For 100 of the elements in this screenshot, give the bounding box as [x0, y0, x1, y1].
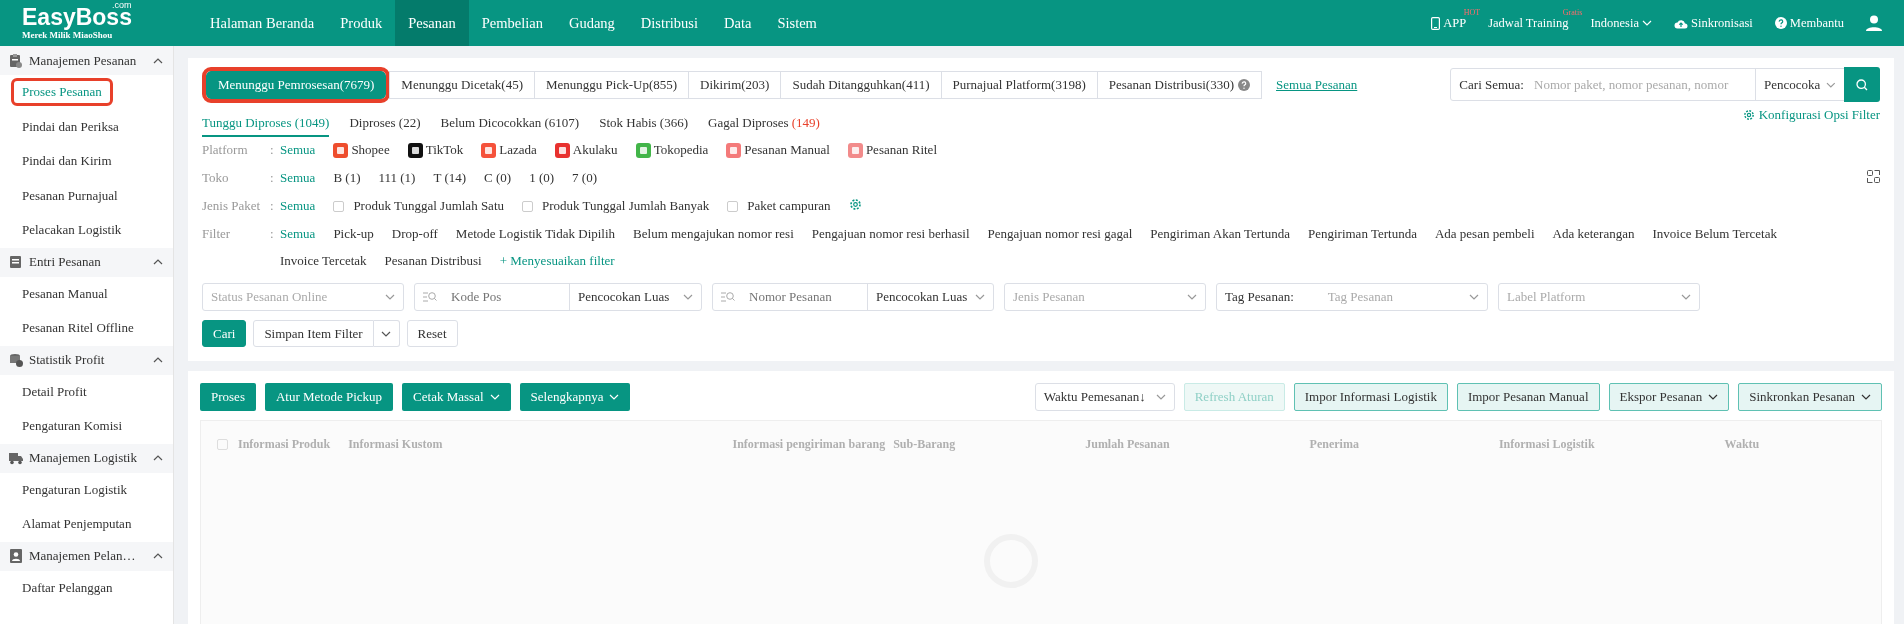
- action-button[interactable]: Ekspor Pesanan: [1608, 383, 1730, 411]
- help-link[interactable]: Membantu: [1774, 15, 1844, 31]
- save-filter-button[interactable]: Simpan Item Filter: [253, 320, 374, 347]
- sidebar-item[interactable]: Pengaturan Logistik: [11, 475, 139, 504]
- search-filter-field[interactable]: Kode Pos Pencocokan Luas: [414, 283, 702, 311]
- platform-option[interactable]: Akulaku: [572, 142, 618, 158]
- filter-option[interactable]: Belum mengajukan nomor resi: [633, 226, 794, 242]
- checkbox-label[interactable]: Paket campuran: [747, 198, 831, 214]
- filter-option[interactable]: Invoice Tercetak: [280, 253, 367, 269]
- filter-option[interactable]: C (0): [484, 170, 512, 186]
- filter-option[interactable]: 7 (0): [572, 170, 597, 186]
- filter-option[interactable]: Metode Logistik Tidak Dipilih: [455, 226, 616, 242]
- sub-tab[interactable]: Tunggu Diproses (1049): [202, 111, 330, 137]
- sub-tab[interactable]: Belum Dicocokkan (6107): [440, 111, 580, 137]
- match-select[interactable]: Pencocokan Luas: [867, 284, 985, 310]
- platform-option[interactable]: Pesanan Manual: [744, 142, 830, 158]
- filter-option[interactable]: Semua: [280, 198, 316, 214]
- sub-tab[interactable]: Stok Habis (366): [599, 111, 688, 137]
- sidebar-item[interactable]: Pelacakan Logistik: [11, 216, 133, 245]
- action-button[interactable]: Impor Pesanan Manual: [1456, 383, 1600, 411]
- filter-option[interactable]: 111 (1): [378, 170, 416, 186]
- sub-tab[interactable]: Diproses (22): [349, 111, 421, 137]
- platform-option[interactable]: Lazada: [499, 142, 537, 158]
- filter-option[interactable]: Drop-off: [391, 226, 438, 242]
- nav-item[interactable]: Pembelian: [468, 0, 556, 46]
- filter-option[interactable]: Ada keterangan: [1552, 226, 1635, 242]
- nav-item[interactable]: Data: [711, 0, 765, 46]
- status-tab[interactable]: Purnajual Platform(3198): [940, 71, 1098, 99]
- filter-option[interactable]: Semua: [280, 226, 316, 242]
- filter-config-link[interactable]: Konfigurasi Opsi Filter: [1742, 107, 1880, 123]
- search-button[interactable]: Cari: [202, 320, 247, 347]
- sidebar-item[interactable]: Pesanan Purnajual: [11, 181, 129, 210]
- filter-option[interactable]: Semua: [280, 142, 316, 158]
- action-button: Refresh Aturan: [1183, 383, 1285, 411]
- action-button[interactable]: Proses: [200, 383, 256, 411]
- colon: :: [270, 142, 275, 158]
- filter-option[interactable]: B (1): [333, 170, 361, 186]
- sidebar-item[interactable]: Daftar Pelanggan: [11, 573, 124, 602]
- checkbox-label[interactable]: Produk Tunggal Jumlah Satu: [353, 198, 504, 214]
- status-tab[interactable]: Dikirim(203): [688, 71, 782, 99]
- sidebar-item[interactable]: Pesanan Manual: [11, 279, 119, 308]
- sidebar-group-header[interactable]: Manajemen Logistik: [0, 443, 173, 473]
- nav-item[interactable]: Pesanan: [395, 0, 469, 46]
- action-button[interactable]: Atur Metode Pickup: [264, 383, 394, 411]
- nav-item[interactable]: Halaman Beranda: [197, 0, 328, 46]
- nav-item[interactable]: Distribusi: [627, 0, 712, 46]
- filter-option[interactable]: Pengajuan nomor resi berhasil: [811, 226, 970, 242]
- filter-option[interactable]: Ada pesan pembeli: [1434, 226, 1535, 242]
- tag-select-field[interactable]: Tag Pesanan: Tag Pesanan: [1216, 283, 1488, 311]
- sort-select[interactable]: Waktu Pemesanan↓: [1034, 383, 1175, 411]
- sidebar-group-header[interactable]: Statistik Profit: [0, 345, 173, 375]
- status-tab[interactable]: Pesanan Distribusi(330): [1096, 71, 1263, 99]
- status-tab[interactable]: Menunggu Pick-Up(855): [534, 71, 690, 99]
- nav-item[interactable]: Produk: [327, 0, 396, 46]
- search-filter-field[interactable]: Nomor Pesanan Pencocokan Luas: [712, 283, 994, 311]
- filter-option[interactable]: Pengiriman Tertunda: [1307, 226, 1417, 242]
- action-button[interactable]: Impor Informasi Logistik: [1293, 383, 1448, 411]
- customize-filter-link[interactable]: + Menyesuaikan filter: [499, 253, 615, 269]
- sidebar-item[interactable]: Proses Pesanan: [11, 78, 113, 107]
- filter-option[interactable]: T (14): [433, 170, 467, 186]
- nav-item[interactable]: Sistem: [764, 0, 830, 46]
- action-button[interactable]: Selengkapnya: [519, 383, 631, 411]
- sub-tab[interactable]: Gagal Diproses (149): [708, 111, 820, 137]
- match-select[interactable]: Pencocokan Luas: [569, 284, 693, 310]
- platform-option[interactable]: Shopee: [351, 142, 390, 158]
- filter-option[interactable]: 1 (0): [529, 170, 555, 186]
- sidebar-item[interactable]: Pesanan Ritel Offline: [11, 314, 145, 343]
- filter-option[interactable]: Semua: [280, 170, 316, 186]
- sync-button[interactable]: Sinkronisasi: [1674, 15, 1753, 31]
- sidebar-group-header[interactable]: Manajemen Pelan…: [0, 541, 173, 571]
- language-selector[interactable]: Indonesia: [1590, 15, 1652, 31]
- platform-option[interactable]: Tokopedia: [653, 142, 709, 158]
- sidebar-item[interactable]: Pindai dan Periksa: [11, 112, 130, 141]
- filter-option[interactable]: Pesanan Distribusi: [384, 253, 482, 269]
- status-tab[interactable]: Menunggu Dicetak(45): [389, 71, 535, 99]
- reset-button[interactable]: Reset: [406, 320, 458, 347]
- hot-label: HOT: [1463, 7, 1481, 17]
- search-bar[interactable]: Cari Semua: Nomor paket, nomor pesanan, nomor Pencocoka: [1450, 68, 1880, 101]
- match-select[interactable]: Pencocoka: [1756, 76, 1844, 93]
- sidebar-group-header[interactable]: Entri Pesanan: [0, 247, 173, 277]
- training-link[interactable]: Jadwal Training: [1488, 15, 1569, 31]
- sidebar-item[interactable]: Pengaturan Komisi: [11, 412, 133, 441]
- action-button[interactable]: Sinkronkan Pesanan: [1738, 383, 1882, 411]
- status-tab[interactable]: Sudah Ditangguhkan(411): [780, 71, 942, 99]
- sidebar-item[interactable]: Alamat Penjemputan: [11, 510, 143, 539]
- sidebar-group-header[interactable]: Manajemen Pesanan: [0, 46, 173, 75]
- app-link[interactable]: APP: [1431, 15, 1467, 31]
- action-button[interactable]: Cetak Massal: [402, 383, 511, 411]
- filter-option[interactable]: Pick-up: [333, 226, 374, 242]
- all-orders-link[interactable]: Semua Pesanan: [1276, 77, 1358, 93]
- filter-option[interactable]: Pengiriman Akan Tertunda: [1150, 226, 1290, 242]
- sidebar-item[interactable]: Pindai dan Kirim: [11, 147, 123, 176]
- platform-option[interactable]: TikTok: [425, 142, 464, 158]
- column-header: Sub-Barang: [893, 436, 956, 452]
- filter-option[interactable]: Pengajuan nomor resi gagal: [987, 226, 1133, 242]
- sidebar-item[interactable]: Detail Profit: [11, 377, 98, 406]
- checkbox-label[interactable]: Produk Tunggal Jumlah Banyak: [542, 198, 710, 214]
- filter-option[interactable]: Invoice Belum Tercetak: [1652, 226, 1777, 242]
- platform-option[interactable]: Pesanan Ritel: [865, 142, 937, 158]
- nav-item[interactable]: Gudang: [555, 0, 628, 46]
